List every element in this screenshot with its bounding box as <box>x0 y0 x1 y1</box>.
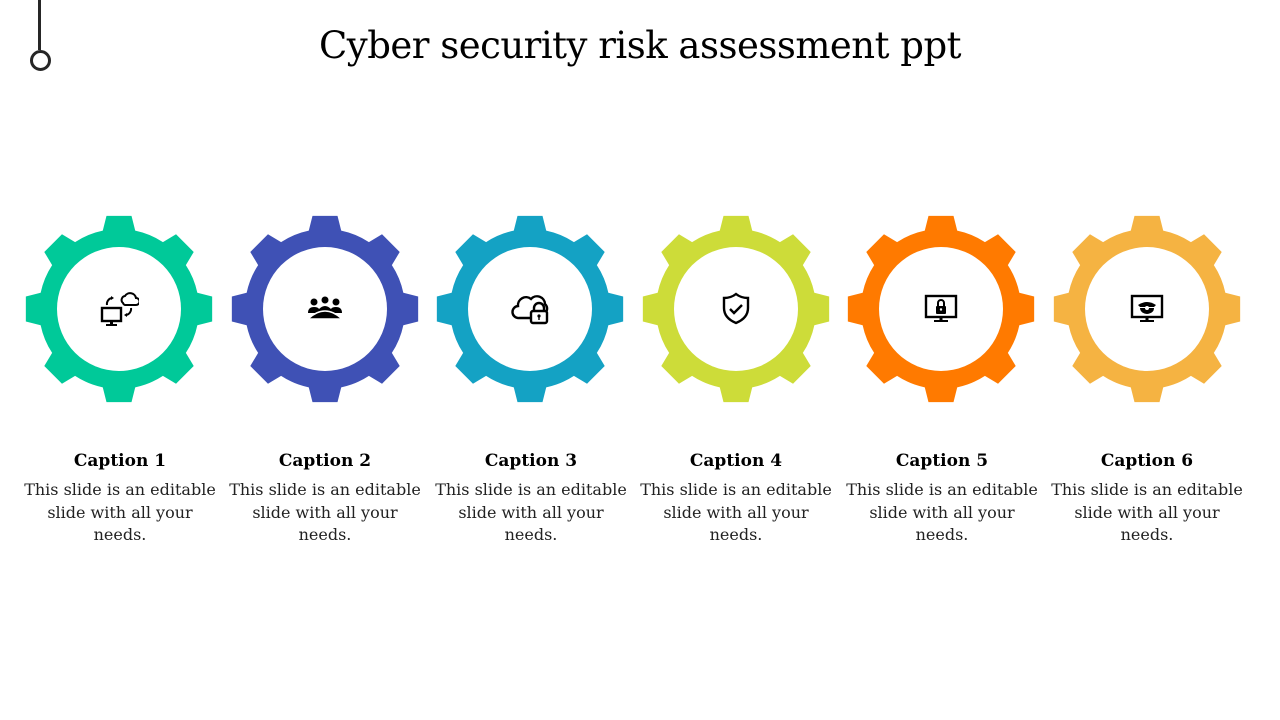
shield-check-icon <box>722 292 750 325</box>
caption-text: This slide is an editable slide with all… <box>229 480 421 544</box>
gear-3 <box>435 214 625 404</box>
gear-5 <box>846 214 1036 404</box>
team-meeting-icon <box>306 296 344 320</box>
gear-4 <box>641 214 831 404</box>
caption-block-6: Caption 6 This slide is an editable slid… <box>1047 451 1247 547</box>
caption-text: This slide is an editable slide with all… <box>640 480 832 544</box>
caption-block-1: Caption 1 This slide is an editable slid… <box>20 451 220 547</box>
caption-text: This slide is an editable slide with all… <box>435 480 627 544</box>
slide-title: Cyber security risk assessment ppt <box>318 24 962 67</box>
caption-title: Caption 2 <box>278 451 372 471</box>
caption-title: Caption 4 <box>689 451 783 471</box>
caption-title: Caption 1 <box>73 451 167 471</box>
gear-2 <box>230 214 420 404</box>
cloud-lock-icon <box>511 295 549 325</box>
caption-block-2: Caption 2 This slide is an editable slid… <box>225 451 425 547</box>
caption-title: Caption 3 <box>484 451 578 471</box>
caption-block-4: Caption 4 This slide is an editable slid… <box>636 451 836 547</box>
caption-text: This slide is an editable slide with all… <box>1051 480 1243 544</box>
cloud-sync-computer-icon <box>100 292 139 326</box>
gear-1 <box>24 214 214 404</box>
caption-title: Caption 5 <box>895 451 989 471</box>
monitor-lock-icon <box>924 294 958 322</box>
caption-block-5: Caption 5 This slide is an editable slid… <box>842 451 1042 547</box>
caption-text: This slide is an editable slide with all… <box>24 480 216 544</box>
caption-title: Caption 6 <box>1100 451 1194 471</box>
gear-6 <box>1052 214 1242 404</box>
caption-block-3: Caption 3 This slide is an editable slid… <box>431 451 631 547</box>
caption-text: This slide is an editable slide with all… <box>846 480 1038 544</box>
monitor-police-icon <box>1130 294 1164 322</box>
